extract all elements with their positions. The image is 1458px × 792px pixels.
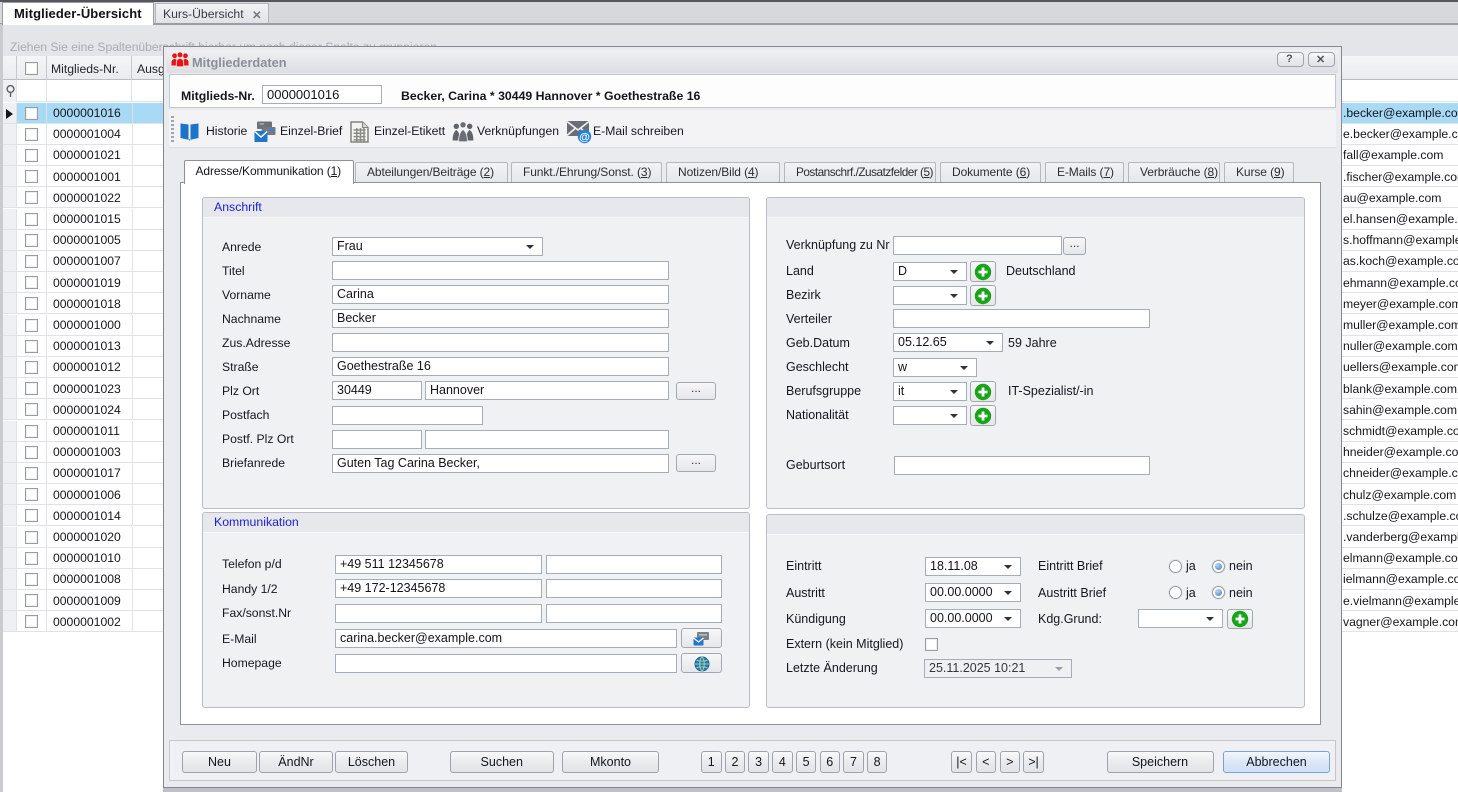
svg-text:@: @ [579, 132, 590, 144]
